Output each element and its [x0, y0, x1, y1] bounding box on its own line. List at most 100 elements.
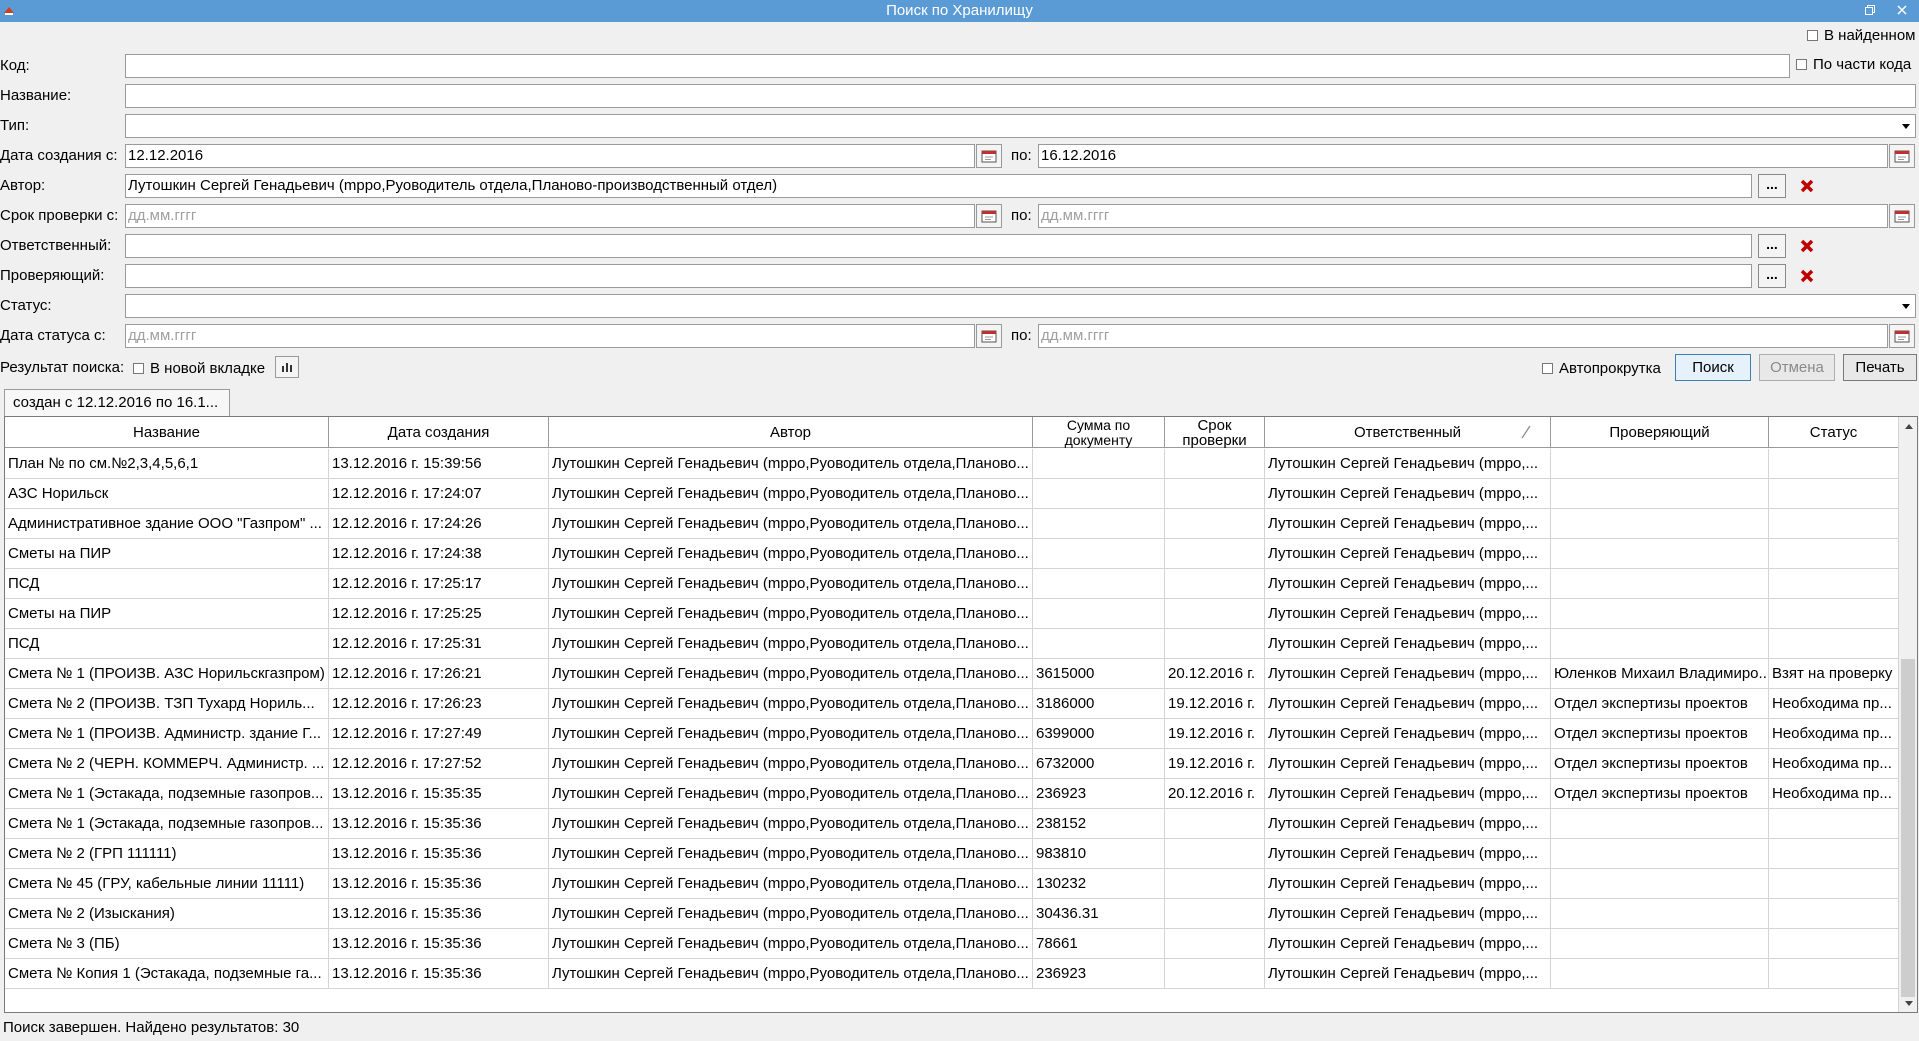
- scroll-up-icon[interactable]: [1899, 417, 1917, 435]
- cell-deadline: [1165, 629, 1265, 659]
- calendar-icon[interactable]: [976, 144, 1002, 168]
- column-header-author[interactable]: Автор: [549, 417, 1033, 448]
- created-to-label: по:: [1011, 147, 1032, 164]
- status-date-to-input[interactable]: дд.мм.гггг: [1038, 324, 1888, 348]
- column-header-sum[interactable]: Сумма по документу: [1033, 417, 1165, 448]
- restore-icon[interactable]: [1857, 0, 1883, 20]
- new-tab-checkbox[interactable]: В новой вкладке: [133, 358, 265, 378]
- status-label: Статус:: [0, 297, 52, 314]
- table-row[interactable]: Смета № 2 (ЧЕРН. КОММЕРЧ. Администр. ...…: [5, 749, 1899, 779]
- print-button[interactable]: Печать: [1843, 354, 1917, 381]
- cell-sum: [1033, 509, 1165, 539]
- table-row[interactable]: Смета № 2 (ГРП 111111) 13.12.2016 г. 15:3…: [5, 839, 1899, 869]
- column-header-created[interactable]: Дата создания: [329, 417, 549, 448]
- responsible-input[interactable]: [125, 234, 1752, 258]
- vertical-scrollbar[interactable]: [1898, 417, 1917, 1012]
- checkbox-box[interactable]: [1807, 29, 1818, 41]
- table-row[interactable]: ПСД 12.12.2016 г. 17:25:17 Лутошкин Сергей…: [5, 569, 1899, 599]
- cell-created: 13.12.2016 г. 15:35:36: [329, 899, 549, 929]
- author-input[interactable]: Лутошкин Сергей Генадьевич (mppo,Руоводи…: [125, 174, 1752, 198]
- cell-name: АЗС Норильск: [5, 479, 329, 509]
- cell-checker: Юленков Михаил Владимиро...: [1551, 659, 1769, 689]
- sum-header-line1: Сумма по: [1066, 416, 1131, 433]
- calendar-icon[interactable]: [1889, 204, 1915, 228]
- table-row[interactable]: Сметы на ПИР 12.12.2016 г. 17:25:25 Лутошк…: [5, 599, 1899, 629]
- delete-icon[interactable]: [1796, 235, 1818, 257]
- created-to-input[interactable]: 16.12.2016: [1038, 144, 1888, 168]
- table-row[interactable]: Смета № Копия 1 (Эстакада, подземные га.…: [5, 959, 1899, 989]
- name-input[interactable]: [125, 84, 1916, 108]
- autoscroll-checkbox[interactable]: Автопрокрутка: [1542, 358, 1661, 378]
- by-code-part-checkbox[interactable]: По части кода: [1796, 54, 1911, 74]
- checkbox-box[interactable]: [133, 362, 144, 374]
- scroll-down-icon[interactable]: [1899, 994, 1917, 1012]
- cell-responsible: Лутошкин Сергей Генадьевич (mppo,...: [1265, 899, 1551, 929]
- cell-checker: [1551, 809, 1769, 839]
- cell-name: Смета № 1 (Эстакада, подземные газопров.…: [5, 779, 329, 809]
- checker-select-button[interactable]: ...: [1758, 264, 1786, 288]
- table-row[interactable]: Смета № 1 (ПРОИЗВ. Администр. здание Г..…: [5, 719, 1899, 749]
- calendar-icon[interactable]: [1889, 324, 1915, 348]
- table-row[interactable]: Административное здание ООО "Газпром" ..…: [5, 509, 1899, 539]
- delete-icon[interactable]: [1796, 175, 1818, 197]
- cell-author: Лутошкин Сергей Генадьевич (mppo,Руоводи…: [549, 869, 1033, 899]
- table-row[interactable]: Смета № 1 (ПРОИЗВ. АЗС Норильскгазпром) 1…: [5, 659, 1899, 689]
- cell-responsible: Лутошкин Сергей Генадьевич (mppo,...: [1265, 539, 1551, 569]
- cell-author: Лутошкин Сергей Генадьевич (mppo,Руоводи…: [549, 839, 1033, 869]
- table-row[interactable]: Смета № 3 (ПБ) 13.12.2016 г. 15:35:36 Луто…: [5, 929, 1899, 959]
- search-button[interactable]: Поиск: [1675, 354, 1751, 381]
- column-header-deadline[interactable]: Срок проверки: [1165, 417, 1265, 448]
- column-header-status[interactable]: Статус: [1769, 417, 1899, 448]
- check-from-input[interactable]: дд.мм.гггг: [125, 204, 975, 228]
- cell-author: Лутошкин Сергей Генадьевич (mppo,Руоводи…: [549, 539, 1033, 569]
- table-row[interactable]: Смета № 45 (ГРУ, кабельные линии 11111) 1…: [5, 869, 1899, 899]
- calendar-icon[interactable]: [1889, 144, 1915, 168]
- chevron-down-icon[interactable]: [1898, 296, 1914, 316]
- cell-deadline: [1165, 959, 1265, 989]
- author-select-button[interactable]: ...: [1758, 174, 1786, 198]
- in-found-checkbox[interactable]: В найденном: [1807, 25, 1916, 45]
- status-select[interactable]: [125, 294, 1916, 318]
- cell-created: 13.12.2016 г. 15:35:36: [329, 869, 549, 899]
- delete-icon[interactable]: [1796, 265, 1818, 287]
- responsible-select-button[interactable]: ...: [1758, 234, 1786, 258]
- close-window-icon[interactable]: [1889, 0, 1915, 20]
- tab-search-result[interactable]: создан с 12.12.2016 по 16.1...: [4, 389, 230, 416]
- cell-checker: [1551, 599, 1769, 629]
- column-header-checker[interactable]: Проверяющий: [1551, 417, 1769, 448]
- table-row[interactable]: Сметы на ПИР 12.12.2016 г. 17:24:38 Лутошк…: [5, 539, 1899, 569]
- cancel-button[interactable]: Отмена: [1759, 354, 1835, 381]
- checker-input[interactable]: [125, 264, 1752, 288]
- table-row[interactable]: Смета № 2 (Изыскания) 13.12.2016 г. 15:35…: [5, 899, 1899, 929]
- cell-responsible: Лутошкин Сергей Генадьевич (mppo,...: [1265, 449, 1551, 479]
- cell-name: Смета № Копия 1 (Эстакада, подземные га.…: [5, 959, 329, 989]
- table-row[interactable]: ПСД 12.12.2016 г. 17:25:31 Лутошкин Сергей…: [5, 629, 1899, 659]
- calendar-icon[interactable]: [976, 324, 1002, 348]
- table-row[interactable]: Смета № 1 (Эстакада, подземные газопров.…: [5, 809, 1899, 839]
- calendar-icon[interactable]: [976, 204, 1002, 228]
- column-header-responsible[interactable]: Ответственный: [1265, 417, 1551, 448]
- checkbox-box[interactable]: [1796, 58, 1807, 70]
- scrollbar-thumb[interactable]: [1901, 659, 1915, 997]
- created-from-input[interactable]: 12.12.2016: [125, 144, 975, 168]
- column-header-name[interactable]: Название: [5, 417, 329, 448]
- cell-status: [1769, 929, 1899, 959]
- cell-sum: [1033, 539, 1165, 569]
- checkbox-box[interactable]: [1542, 362, 1553, 374]
- check-to-input[interactable]: дд.мм.гггг: [1038, 204, 1888, 228]
- cell-deadline: [1165, 449, 1265, 479]
- type-select[interactable]: [125, 114, 1916, 138]
- table-row[interactable]: Смета № 2 (ПРОИЗВ. ТЗП Тухард Нориль... 1…: [5, 689, 1899, 719]
- status-date-from-input[interactable]: дд.мм.гггг: [125, 324, 975, 348]
- table-row[interactable]: План № по см.№2,3,4,5,6,1 13.12.2016 г. 1…: [5, 449, 1899, 479]
- chart-icon[interactable]: [275, 356, 299, 378]
- cell-created: 13.12.2016 г. 15:35:36: [329, 809, 549, 839]
- cell-checker: [1551, 629, 1769, 659]
- cell-checker: [1551, 899, 1769, 929]
- chevron-down-icon[interactable]: [1898, 116, 1914, 136]
- code-input[interactable]: [125, 54, 1790, 78]
- table-row[interactable]: Смета № 1 (Эстакада, подземные газопров.…: [5, 779, 1899, 809]
- cell-responsible: Лутошкин Сергей Генадьевич (mppo,...: [1265, 839, 1551, 869]
- check-to-label: по:: [1011, 207, 1032, 224]
- table-row[interactable]: АЗС Норильск 12.12.2016 г. 17:24:07 Лутошк…: [5, 479, 1899, 509]
